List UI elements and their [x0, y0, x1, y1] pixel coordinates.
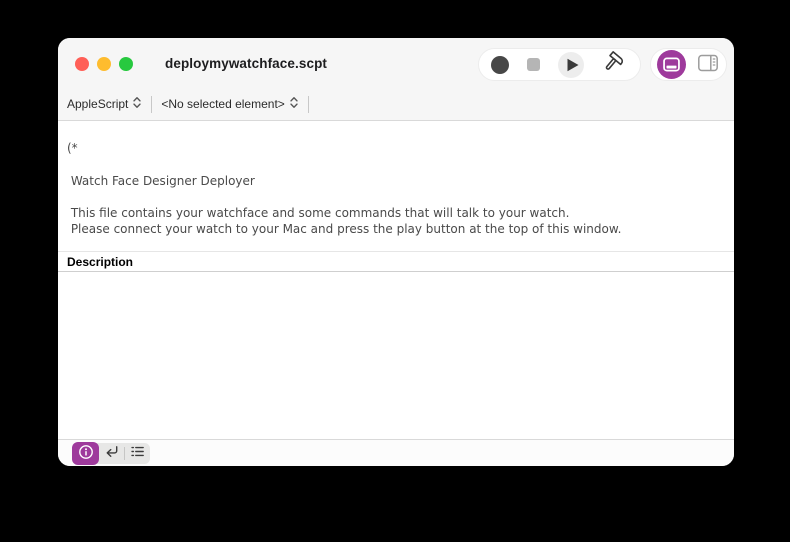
- show-bottom-pane-icon: [657, 50, 686, 79]
- description-segment-button[interactable]: [72, 442, 99, 465]
- compile-button[interactable]: [602, 50, 628, 79]
- show-bottom-pane-button[interactable]: [657, 50, 686, 79]
- element-popup-label: <No selected element>: [161, 97, 284, 111]
- description-panel-header: Description: [58, 251, 734, 272]
- stop-button[interactable]: [527, 58, 540, 71]
- run-play-icon: [558, 52, 584, 78]
- element-popup[interactable]: <No selected element>: [161, 96, 298, 112]
- titlebar[interactable]: deploymywatchface.scpt: [58, 38, 734, 88]
- toggle-sidebar-icon: [696, 52, 720, 77]
- language-popup[interactable]: AppleScript: [67, 96, 142, 112]
- return-arrow-icon: [103, 443, 120, 463]
- record-button[interactable]: [491, 56, 509, 74]
- result-segment-button[interactable]: [99, 443, 124, 464]
- code-line: [67, 156, 724, 172]
- code-line: (*: [67, 140, 724, 156]
- code-line: Watch Face Designer Deployer: [67, 173, 724, 189]
- code-line: This file contains your watchface and so…: [67, 205, 724, 221]
- chevron-updown-icon: [289, 96, 299, 112]
- language-popup-label: AppleScript: [67, 97, 128, 111]
- compile-hammer-icon: [602, 50, 628, 79]
- code-line: [67, 189, 724, 205]
- event-log-segment-button[interactable]: [125, 443, 150, 464]
- zoom-button[interactable]: [119, 57, 133, 71]
- script-editor-window: deploymywatchface.scpt: [58, 38, 734, 466]
- close-button[interactable]: [75, 57, 89, 71]
- window-title: deploymywatchface.scpt: [165, 38, 327, 88]
- navigation-bar: AppleScript <No selected element>: [58, 88, 734, 121]
- toolbar-view-group: [650, 48, 727, 81]
- stop-icon: [527, 58, 540, 71]
- toolbar-run-group: [478, 48, 641, 81]
- traffic-lights: [75, 57, 133, 71]
- chevron-updown-icon: [132, 96, 142, 112]
- info-circle-icon: [78, 444, 94, 463]
- accessory-view-segmented-control: [72, 443, 150, 464]
- minimize-button[interactable]: [97, 57, 111, 71]
- bottom-bar: [58, 439, 734, 466]
- record-icon: [491, 56, 509, 74]
- event-log-list-icon: [129, 443, 146, 463]
- toggle-sidebar-button[interactable]: [696, 52, 720, 77]
- script-editor-area[interactable]: (* Watch Face Designer Deployer This fil…: [58, 121, 734, 251]
- code-line: Please connect your watch to your Mac an…: [67, 221, 724, 237]
- navbar-divider: [308, 96, 309, 113]
- description-panel-body[interactable]: [58, 273, 734, 439]
- description-label: Description: [67, 255, 133, 269]
- run-button[interactable]: [558, 52, 584, 78]
- desktop-background: deploymywatchface.scpt: [0, 0, 790, 542]
- navbar-divider: [151, 96, 152, 113]
